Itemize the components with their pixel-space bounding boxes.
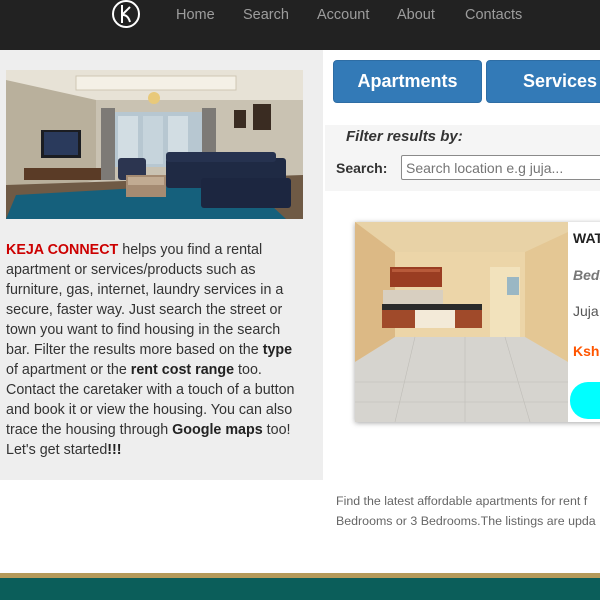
filter-title: Filter results by: — [346, 128, 463, 145]
rent-cost-bold: rent cost range — [130, 362, 235, 378]
listing-image — [355, 222, 568, 422]
intro-part-2: of apartment or the — [6, 362, 131, 378]
listing-location: Juja — [573, 303, 599, 319]
type-bold: type — [262, 342, 293, 358]
description-line-2: Bedrooms or 3 Bedrooms.The listings are … — [336, 514, 596, 528]
top-navbar: Home Search Account About Contacts — [0, 0, 600, 50]
filter-panel: Filter results by: Search: — [325, 125, 600, 191]
nav-account-link[interactable]: Account — [317, 7, 369, 23]
keja-logo-icon[interactable] — [110, 0, 142, 32]
tab-apartments[interactable]: Apartments — [333, 60, 482, 103]
page: Home Search Account About Contacts KEJA … — [0, 0, 600, 600]
listing-title: WAT — [573, 230, 600, 246]
listing-action-button[interactable] — [570, 382, 600, 419]
listing-price: Ksh — [573, 343, 600, 359]
tab-services[interactable]: Services — [486, 60, 600, 103]
search-label: Search: — [336, 160, 388, 176]
nav-search-link[interactable]: Search — [243, 7, 289, 23]
nav-about-link[interactable]: About — [397, 7, 435, 23]
google-maps-bold: Google maps — [172, 422, 263, 438]
nav-home-link[interactable]: Home — [176, 7, 215, 23]
page-description: Find the latest affordable apartments fo… — [336, 491, 600, 535]
intro-text: KEJA CONNECT helps you find a rental apa… — [6, 240, 306, 460]
exclaim-bold: !!! — [107, 442, 122, 458]
intro-panel: KEJA CONNECT helps you find a rental apa… — [0, 50, 323, 480]
listing-card[interactable]: WAT Beds Juja Ksh — [355, 222, 600, 422]
footer — [0, 578, 600, 600]
living-room-image — [6, 70, 303, 219]
search-input[interactable] — [401, 155, 600, 180]
listing-bedrooms: Beds — [573, 267, 600, 283]
brand-name: KEJA CONNECT — [6, 242, 119, 258]
nav-contacts-link[interactable]: Contacts — [465, 7, 522, 23]
intro-part-1: helps you find a rental apartment or ser… — [6, 242, 284, 358]
description-line-1: Find the latest affordable apartments fo… — [336, 494, 588, 508]
